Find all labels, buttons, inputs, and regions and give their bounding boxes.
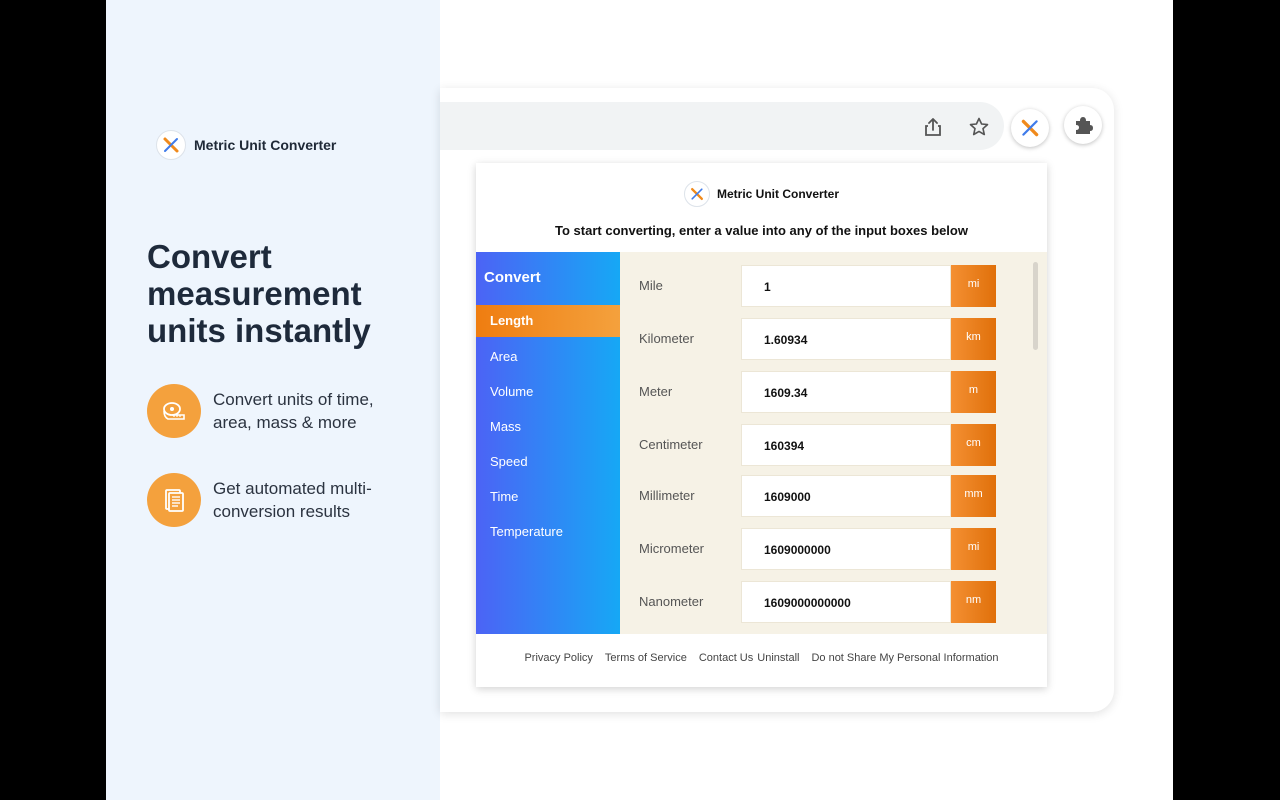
- popup-brand: Metric Unit Converter: [476, 181, 1047, 207]
- conversion-row: Kilometer 1.60934 km: [620, 318, 1020, 360]
- value-input-meter[interactable]: 1609.34: [741, 371, 951, 413]
- unit-badge: m: [951, 371, 996, 413]
- unit-label: Kilometer: [639, 331, 694, 346]
- sidebar-item-speed[interactable]: Speed: [476, 446, 620, 478]
- popup-footer: Privacy Policy Terms of Service Contact …: [476, 652, 1047, 664]
- unit-label: Nanometer: [639, 594, 704, 609]
- feature-item: Get automated multi-conversion results: [147, 473, 393, 527]
- unit-badge: mm: [951, 475, 996, 517]
- measuring-tape-icon: [147, 384, 201, 438]
- conversion-row: Mile 1 mi: [620, 265, 1020, 307]
- value-input-kilometer[interactable]: 1.60934: [741, 318, 951, 360]
- value-input-micrometer[interactable]: 1609000000: [741, 528, 951, 570]
- conversion-row: Centimeter 160394 cm: [620, 424, 1020, 466]
- contact-us-link[interactable]: Contact Us: [699, 652, 753, 664]
- sidebar-item-length[interactable]: Length: [476, 305, 620, 337]
- conversion-panel: Mile 1 mi Kilometer 1.60934 km Meter 160…: [620, 252, 1047, 634]
- value-input-millimeter[interactable]: 1609000: [741, 475, 951, 517]
- do-not-share-link[interactable]: Do not Share My Personal Information: [811, 652, 998, 664]
- conversion-row: Micrometer 1609000000 mi: [620, 528, 1020, 570]
- sidebar-item-time[interactable]: Time: [476, 481, 620, 513]
- brand-name: Metric Unit Converter: [194, 137, 337, 153]
- brand: Metric Unit Converter: [156, 130, 336, 160]
- uninstall-link[interactable]: Uninstall: [757, 652, 799, 664]
- feature-text: Get automated multi-conversion results: [213, 479, 372, 521]
- unit-label: Meter: [639, 384, 673, 399]
- headline: Convert measurement units instantly: [147, 238, 371, 349]
- app-logo-icon: [156, 130, 186, 160]
- conversion-row: Millimeter 1609000 mm: [620, 475, 1020, 517]
- feature-text: Convert units of time, area, mass & more: [213, 390, 374, 432]
- conversion-row: Nanometer 1609000000000 nm: [620, 581, 1020, 623]
- value-input-nanometer[interactable]: 1609000000000: [741, 581, 951, 623]
- sidebar-item-temperature[interactable]: Temperature: [476, 516, 620, 548]
- scrollbar[interactable]: [1033, 262, 1038, 350]
- unit-label: Centimeter: [639, 437, 703, 452]
- sidebar-item-mass[interactable]: Mass: [476, 411, 620, 443]
- unit-badge: cm: [951, 424, 996, 466]
- share-icon[interactable]: [918, 112, 948, 142]
- unit-label: Mile: [639, 278, 663, 293]
- value-input-centimeter[interactable]: 160394: [741, 424, 951, 466]
- document-list-icon: [147, 473, 201, 527]
- sidebar-item-area[interactable]: Area: [476, 341, 620, 373]
- unit-badge: mi: [951, 265, 996, 307]
- unit-badge: nm: [951, 581, 996, 623]
- extension-popup: Metric Unit Converter To start convertin…: [476, 163, 1047, 687]
- privacy-policy-link[interactable]: Privacy Policy: [524, 652, 592, 664]
- puzzle-icon[interactable]: [1064, 106, 1102, 144]
- conversion-row: Meter 1609.34 m: [620, 371, 1020, 413]
- category-sidebar: Convert Length Area Volume Mass Speed Ti…: [476, 252, 620, 634]
- feature-item: Convert units of time, area, mass & more: [147, 384, 393, 438]
- popup-brand-name: Metric Unit Converter: [716, 187, 840, 201]
- app-logo-icon: [683, 181, 710, 207]
- unit-label: Millimeter: [639, 488, 695, 503]
- unit-label: Micrometer: [639, 541, 705, 556]
- sidebar-title: Convert: [484, 269, 541, 286]
- sidebar-item-volume[interactable]: Volume: [476, 376, 620, 408]
- promo-stage: Metric Unit Converter Convert measuremen…: [106, 0, 1173, 800]
- terms-of-service-link[interactable]: Terms of Service: [605, 652, 687, 664]
- unit-badge: km: [951, 318, 996, 360]
- value-input-mile[interactable]: 1: [741, 265, 951, 307]
- instruction-text: To start converting, enter a value into …: [555, 223, 968, 238]
- promo-left-panel: Metric Unit Converter Convert measuremen…: [106, 0, 440, 800]
- star-icon[interactable]: [964, 112, 994, 142]
- extension-logo-icon[interactable]: [1011, 109, 1049, 147]
- unit-badge: mi: [951, 528, 996, 570]
